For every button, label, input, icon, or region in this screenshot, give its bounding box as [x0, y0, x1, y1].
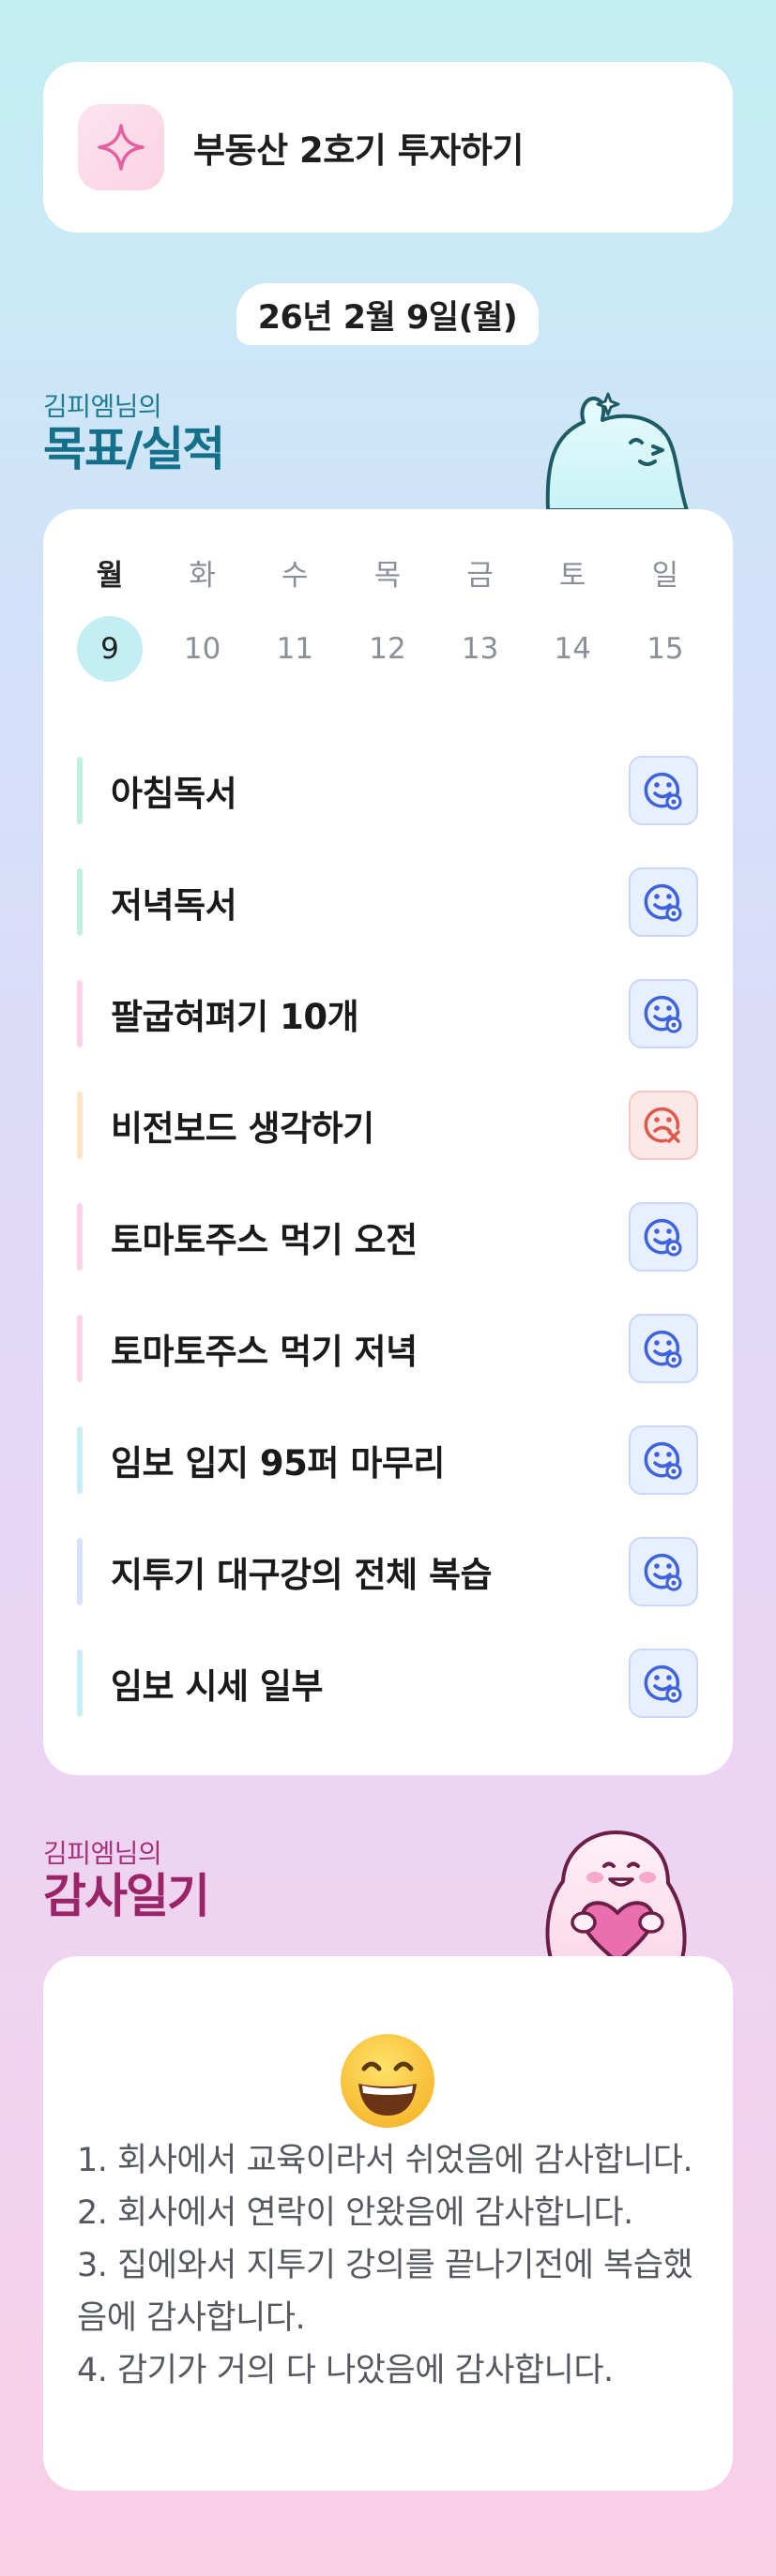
waving-ghost-mascot — [545, 392, 689, 510]
task-label: 비전보드 생각하기 — [111, 1107, 374, 1149]
day-name: 목 — [373, 559, 402, 593]
smile-check-icon[interactable] — [629, 866, 698, 937]
task-color-bar — [77, 868, 83, 936]
heart-ghost-mascot — [545, 1830, 687, 1962]
task-label: 저녁독서 — [111, 884, 237, 926]
task-row[interactable]: 토마토주스 먹기 저녁 — [77, 1292, 698, 1404]
day-15[interactable]: 일 15 — [632, 556, 698, 682]
day-number: 13 — [461, 632, 499, 666]
task-label: 토마토주스 먹기 오전 — [111, 1219, 418, 1260]
day-name: 화 — [189, 559, 216, 593]
day-11[interactable]: 수 11 — [262, 556, 327, 682]
task-row[interactable]: 임보 입지 95퍼 마무리 — [77, 1404, 698, 1515]
day-14[interactable]: 토 14 — [540, 556, 605, 682]
day-number: 14 — [554, 632, 591, 666]
day-name: 일 — [651, 559, 679, 593]
task-label: 임보 시세 일부 — [111, 1665, 324, 1707]
task-row[interactable]: 저녁독서 — [77, 846, 698, 957]
task-row[interactable]: 임보 시세 일부 — [77, 1627, 698, 1739]
task-row[interactable]: 토마토주스 먹기 오전 — [77, 1181, 698, 1292]
task-label: 임보 입지 95퍼 마무리 — [111, 1442, 445, 1484]
task-label: 팔굽혀펴기 10개 — [111, 996, 359, 1037]
week-selector: 월 9 화 10 수 11 목 12 금 13 토 14 일 15 — [77, 556, 698, 682]
smile-check-icon[interactable] — [629, 1201, 698, 1272]
day-9[interactable]: 월9 — [77, 556, 143, 682]
task-label: 토마토주스 먹기 저녁 — [111, 1331, 418, 1372]
thanks-card: 1. 회사에서 교육이라서 쉬었음에 감사합니다. 2. 회사에서 연락이 안왔… — [43, 1956, 733, 2491]
thanks-subtitle: 김피엠님의 — [43, 1838, 162, 1869]
goals-subtitle: 김피엠님의 — [43, 391, 162, 422]
day-12[interactable]: 목 12 — [355, 556, 420, 682]
sparkle-icon — [78, 104, 164, 190]
day-name: 월 — [96, 559, 124, 593]
day-name: 수 — [281, 559, 309, 593]
smile-check-icon[interactable] — [629, 1424, 698, 1495]
day-number: 15 — [647, 632, 684, 666]
goals-section-header: 김피엠님의 목표/실적 — [43, 386, 225, 476]
day-number: 11 — [276, 632, 314, 666]
task-row[interactable]: 비전보드 생각하기 — [77, 1069, 698, 1181]
task-color-bar — [77, 757, 83, 824]
smile-check-icon[interactable] — [629, 1648, 698, 1718]
day-10[interactable]: 화 10 — [170, 556, 236, 682]
day-13[interactable]: 금 13 — [448, 556, 513, 682]
goals-card: 월 9 화 10 수 11 목 12 금 13 토 14 일 15 아침독서 저녁독서 팔굽혀펴기 10개 비전… — [43, 509, 733, 1775]
goal-text: 부동산 2호기 투자하기 — [193, 130, 524, 171]
task-list: 아침독서저녁독서팔굽혀펴기 10개비전보드 생각하기토마토주스 먹기 오전토마토… — [77, 734, 698, 1739]
frown-x-icon[interactable] — [629, 1090, 698, 1160]
task-color-bar — [77, 1315, 83, 1382]
day-name: 토 — [559, 559, 586, 593]
task-row[interactable]: 아침독서 — [77, 734, 698, 846]
thanks-title: 감사일기 — [43, 1869, 210, 1923]
day-number: 10 — [183, 632, 221, 666]
task-row[interactable]: 지투기 대구강의 전체 복습 — [77, 1515, 698, 1627]
task-label: 지투기 대구강의 전체 복습 — [111, 1554, 493, 1595]
smile-check-icon[interactable] — [629, 1313, 698, 1383]
task-label: 아침독서 — [111, 773, 237, 814]
goal-card[interactable]: 부동산 2호기 투자하기 — [43, 62, 733, 233]
task-color-bar — [77, 1092, 83, 1159]
day-number: 12 — [369, 632, 406, 666]
date-label: 26년 2월 9일(월) — [236, 283, 539, 345]
task-color-bar — [77, 1203, 83, 1271]
day-number: 9 — [77, 616, 143, 682]
day-name: 금 — [466, 559, 494, 593]
smile-check-icon[interactable] — [629, 978, 698, 1048]
goals-title: 목표/실적 — [43, 422, 225, 476]
thanks-text: 1. 회사에서 교육이라서 쉬었음에 감사합니다. 2. 회사에서 연락이 안왔… — [77, 2142, 693, 2389]
thanks-section-header: 김피엠님의 감사일기 — [43, 1833, 210, 1923]
smile-check-icon[interactable] — [629, 755, 698, 825]
smile-check-icon[interactable] — [629, 1536, 698, 1606]
grinning-face-emoji — [341, 2034, 434, 2128]
task-color-bar — [77, 980, 83, 1047]
task-row[interactable]: 팔굽혀펴기 10개 — [77, 957, 698, 1069]
task-color-bar — [77, 1538, 83, 1605]
task-color-bar — [77, 1426, 83, 1494]
task-color-bar — [77, 1650, 83, 1717]
